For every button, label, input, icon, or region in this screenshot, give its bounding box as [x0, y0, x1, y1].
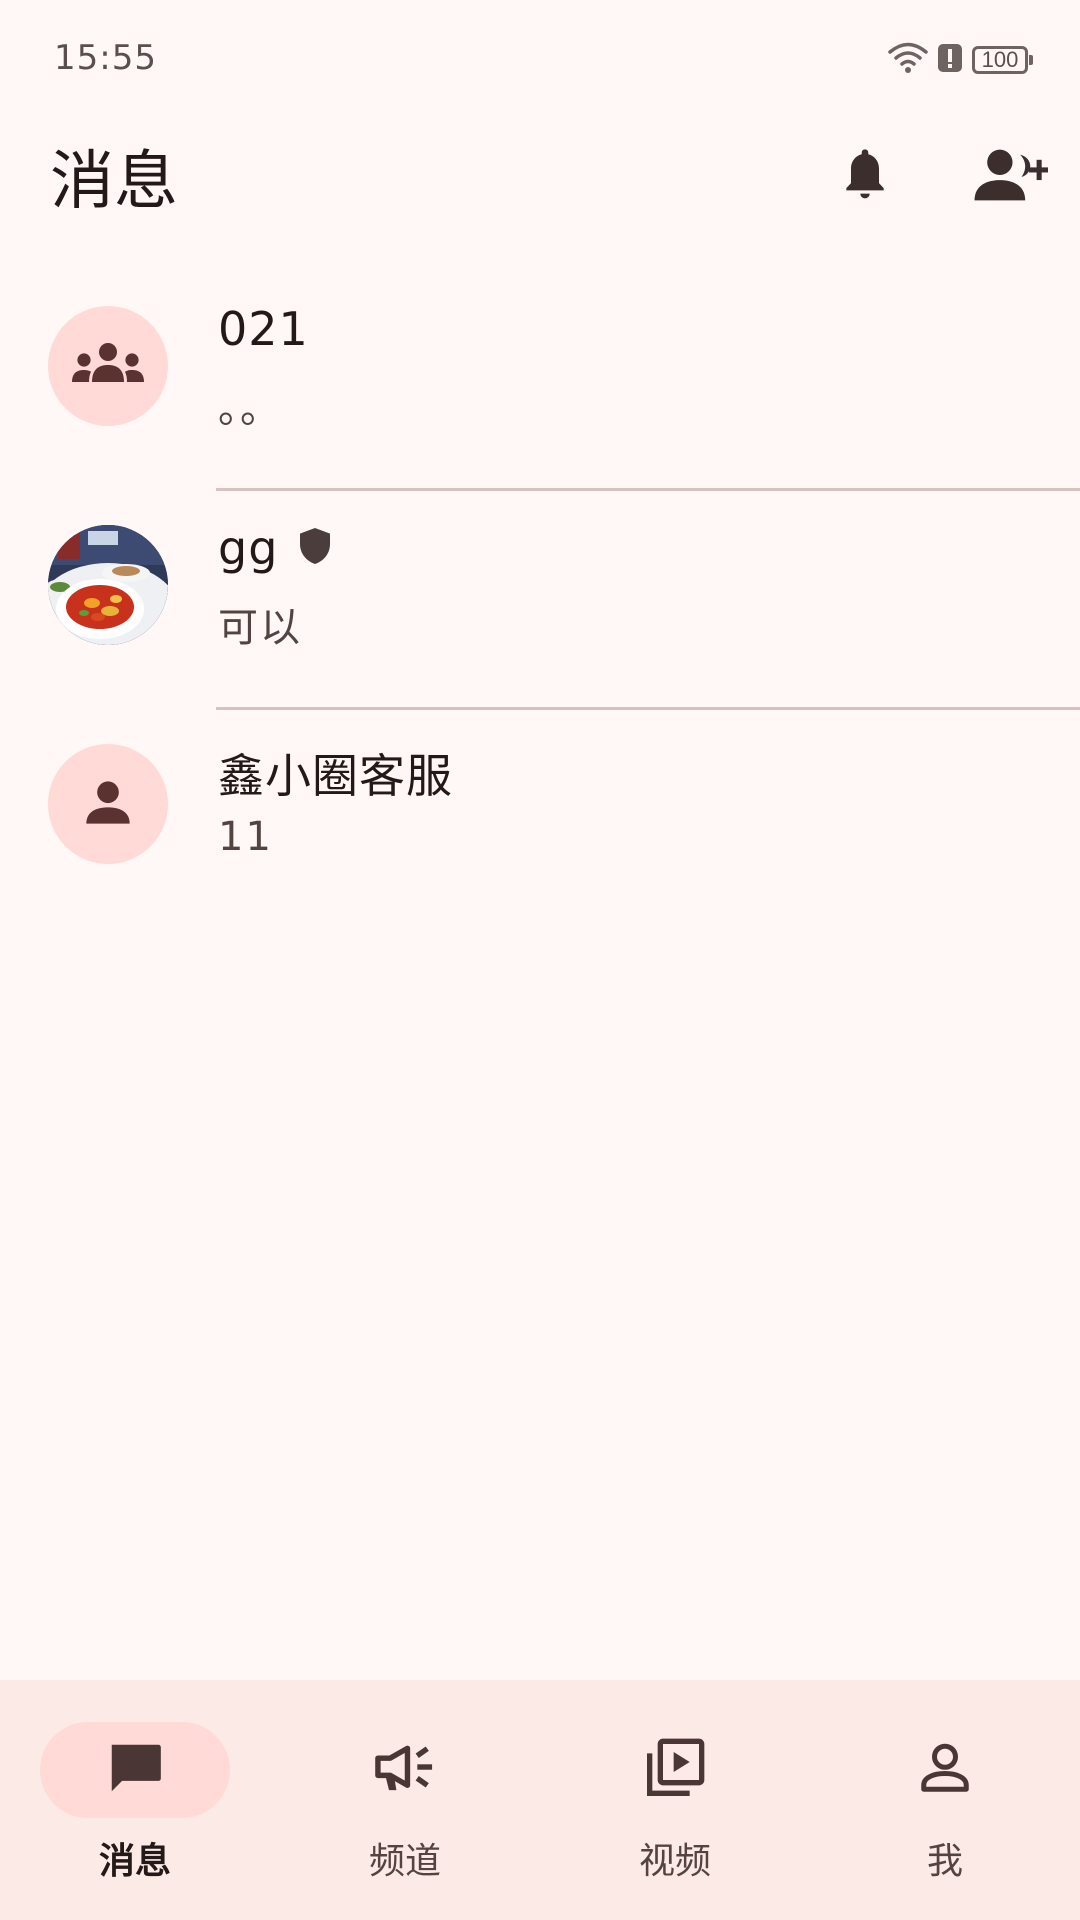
nav-indicator — [580, 1722, 770, 1818]
photo-avatar — [48, 525, 168, 645]
nav-label: 频道 — [368, 1841, 441, 1882]
avatar — [48, 744, 168, 864]
conversation-preview: 。。 — [218, 386, 282, 432]
nav-item-videos[interactable]: 视频 — [540, 1680, 810, 1920]
wifi-icon — [888, 41, 928, 79]
status-icons: 100 — [888, 40, 1033, 80]
alert-icon — [936, 42, 964, 78]
conversation-preview: 11 — [218, 814, 273, 860]
add-friend-button[interactable] — [972, 142, 1050, 212]
video-library-icon — [643, 1736, 707, 1804]
nav-label: 消息 — [98, 1841, 171, 1882]
conversation-name-row: gg — [218, 521, 332, 575]
nav-item-me[interactable]: 我 — [810, 1680, 1080, 1920]
conversation-name: 鑫小圈客服 — [218, 749, 453, 803]
shield-icon — [298, 526, 332, 570]
status-bar: 15:55 100 — [0, 0, 1080, 120]
group-icon — [70, 342, 146, 390]
nav-label: 我 — [926, 1841, 963, 1882]
conversation-list: 021 。。 gg 可以 鑫小圈客服 11 — [0, 272, 1080, 929]
nav-item-messages[interactable]: 消息 — [0, 1680, 270, 1920]
page-title: 消息 — [50, 145, 178, 219]
conversation-name-row: 鑫小圈客服 — [218, 740, 453, 806]
conversation-item[interactable]: 鑫小圈客服 11 — [0, 710, 1080, 929]
bottom-navigation: 消息 频道 视频 我 — [0, 1680, 1080, 1920]
conversation-name: 021 — [218, 302, 309, 356]
bell-icon — [837, 144, 893, 210]
megaphone-icon — [373, 1740, 437, 1800]
person-outline-icon — [915, 1738, 975, 1802]
notifications-button[interactable] — [830, 142, 900, 212]
conversation-name: gg — [218, 521, 279, 575]
nav-item-channels[interactable]: 频道 — [270, 1680, 540, 1920]
add-friend-icon — [972, 147, 1050, 207]
nav-label: 视频 — [638, 1841, 711, 1882]
person-icon — [82, 776, 134, 832]
conversation-item[interactable]: 021 。。 — [0, 272, 1080, 491]
status-time: 15:55 — [54, 38, 157, 78]
top-app-bar: 消息 — [0, 120, 1080, 232]
conversation-preview: 可以 — [218, 605, 302, 651]
conversation-item[interactable]: gg 可以 — [0, 491, 1080, 710]
nav-indicator — [850, 1722, 1040, 1818]
battery-icon: 100 — [972, 46, 1033, 74]
chat-icon — [103, 1737, 167, 1803]
nav-indicator — [310, 1722, 500, 1818]
conversation-name-row: 021 — [218, 302, 309, 356]
avatar — [48, 306, 168, 426]
nav-indicator — [40, 1722, 230, 1818]
